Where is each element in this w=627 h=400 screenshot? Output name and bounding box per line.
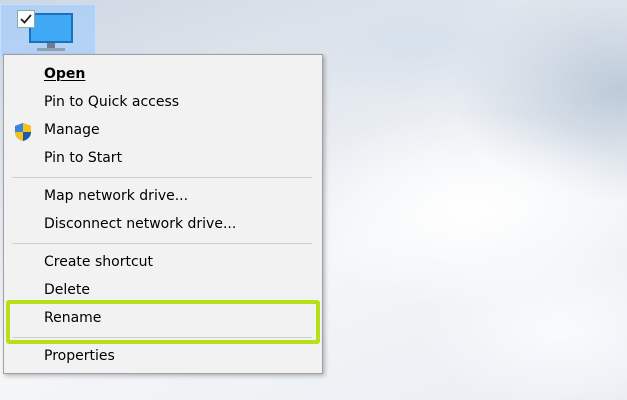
menu-item-label: Disconnect network drive... — [44, 216, 237, 232]
menu-item-manage[interactable]: Manage — [5, 117, 321, 145]
menu-item-properties[interactable]: Properties — [5, 343, 321, 371]
menu-item-open[interactable]: Open — [5, 61, 321, 89]
menu-item-disconnect-network-drive[interactable]: Disconnect network drive... — [5, 211, 321, 239]
checkbox-icon[interactable] — [17, 10, 35, 28]
menu-item-create-shortcut[interactable]: Create shortcut — [5, 249, 321, 277]
menu-item-label: Open — [44, 66, 86, 82]
menu-item-pin-quick-access[interactable]: Pin to Quick access — [5, 89, 321, 117]
menu-item-label: Pin to Start — [44, 150, 123, 166]
menu-item-label: Delete — [44, 282, 90, 298]
this-pc-desktop-icon[interactable] — [0, 4, 96, 58]
menu-item-label: Pin to Quick access — [44, 94, 180, 110]
menu-item-label: Create shortcut — [44, 254, 154, 270]
menu-separator — [12, 243, 312, 244]
menu-item-label: Manage — [44, 122, 100, 138]
menu-separator — [12, 177, 312, 178]
uac-shield-icon — [14, 122, 32, 146]
menu-item-label: Properties — [44, 348, 115, 364]
rename-highlight-box — [6, 300, 320, 344]
menu-item-label: Map network drive... — [44, 188, 189, 204]
menu-item-map-network-drive[interactable]: Map network drive... — [5, 183, 321, 211]
menu-item-pin-to-start[interactable]: Pin to Start — [5, 145, 321, 173]
